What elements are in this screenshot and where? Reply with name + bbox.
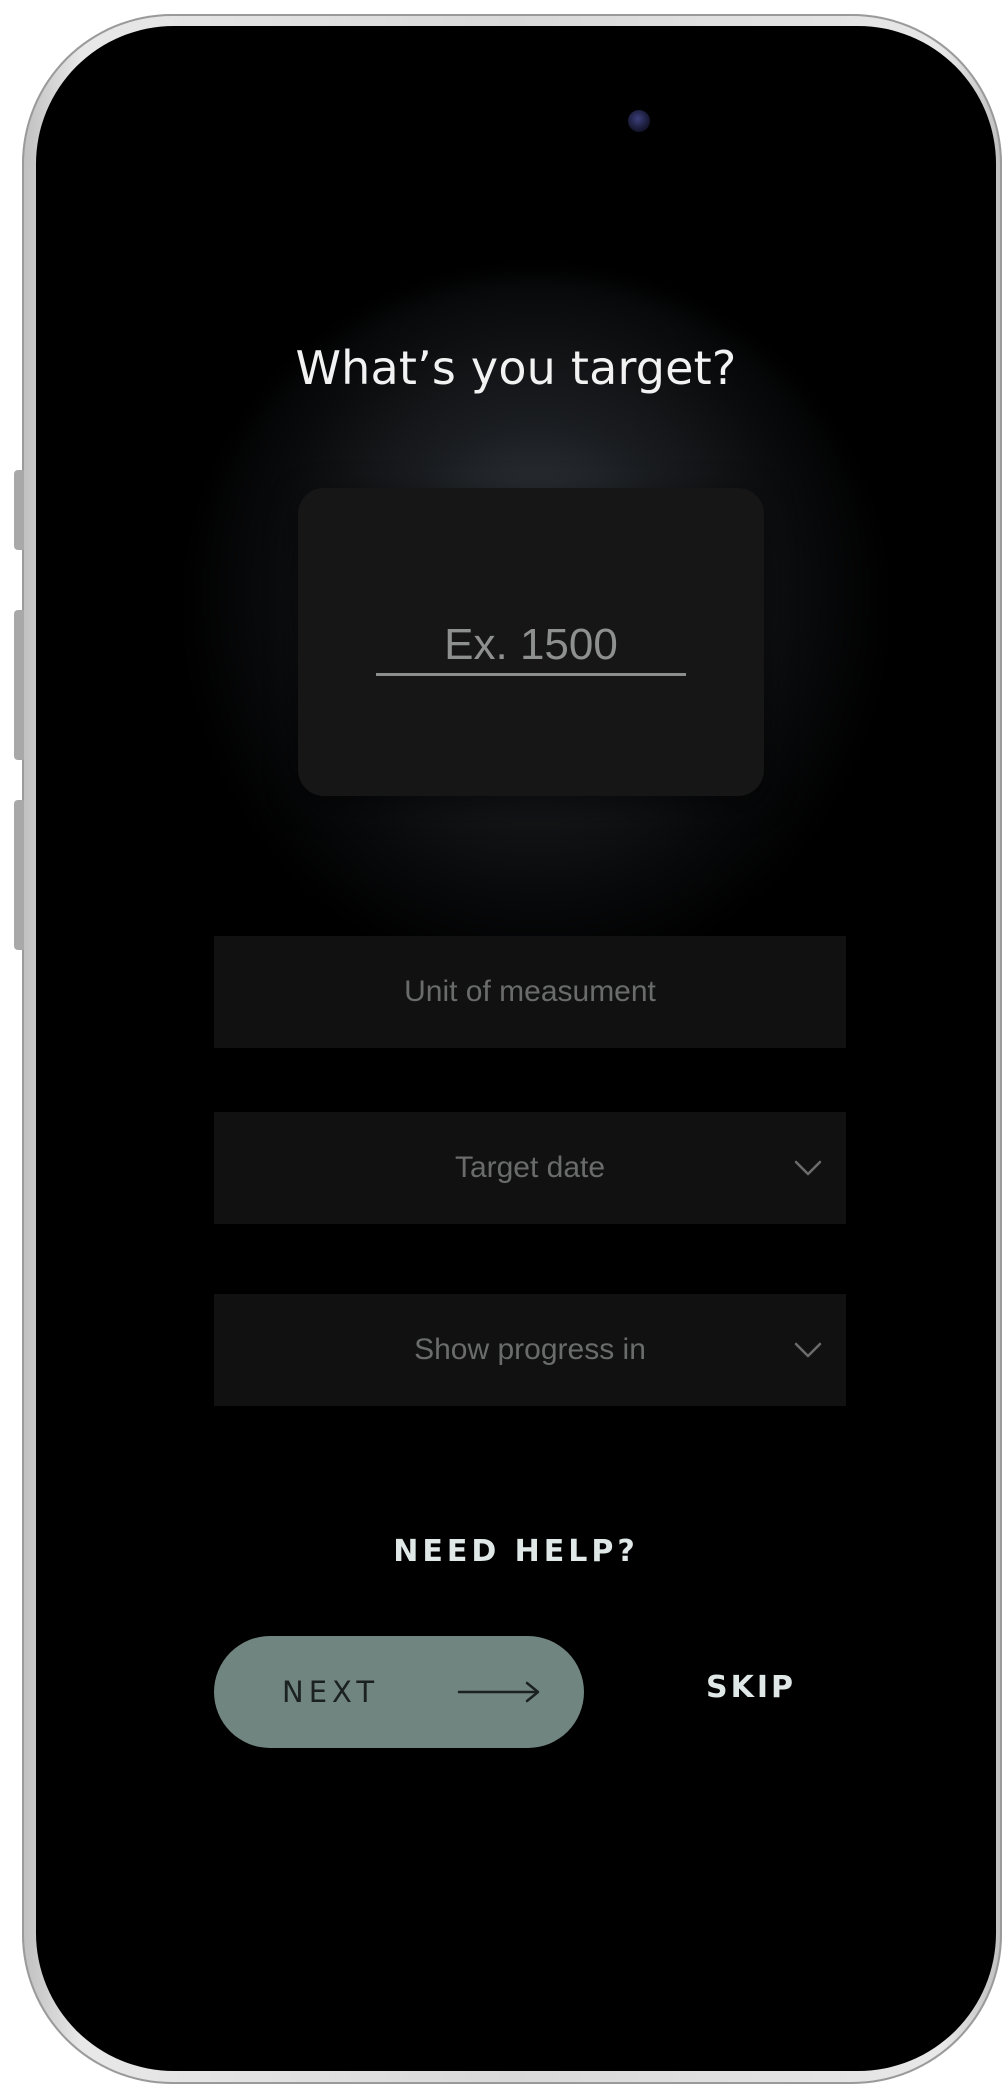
front-camera-icon (628, 110, 650, 132)
target-date-select[interactable]: Target date (214, 1112, 846, 1224)
phone-side-button (14, 800, 24, 950)
page-title: What’s you target? (295, 341, 737, 395)
arrow-right-icon (457, 1681, 540, 1703)
unit-of-measurement-field[interactable] (214, 936, 846, 1048)
target-input[interactable] (376, 616, 686, 676)
target-date-label: Target date (454, 1151, 606, 1184)
phone-side-button (14, 470, 24, 550)
phone-screen: What’s you target? Target date Show prog… (36, 26, 996, 2071)
chevron-down-icon (794, 1342, 822, 1358)
next-button[interactable]: NEXT (214, 1636, 584, 1748)
chevron-down-icon (794, 1160, 822, 1176)
unit-of-measurement-input[interactable] (214, 936, 846, 1048)
phone-side-button (14, 610, 24, 760)
need-help-link[interactable]: NEED HELP? (36, 1534, 996, 1569)
target-input-card (298, 488, 764, 796)
show-progress-label: Show progress in (414, 1333, 646, 1366)
next-button-label: NEXT (282, 1675, 380, 1709)
show-progress-select[interactable]: Show progress in (214, 1294, 846, 1406)
page: What’s you target? Target date Show prog… (0, 0, 1005, 2085)
skip-button[interactable]: SKIP (706, 1670, 796, 1705)
